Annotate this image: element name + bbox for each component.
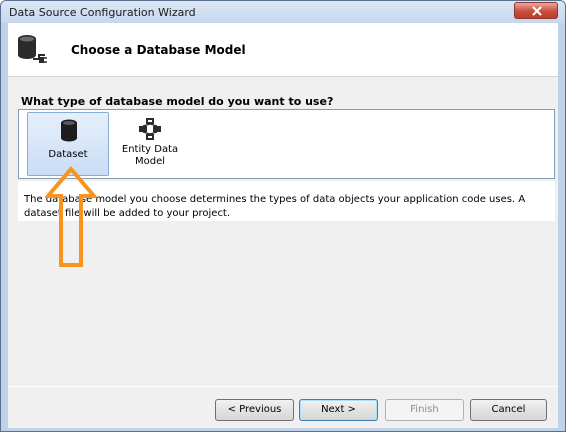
wizard-header: Choose a Database Model	[8, 23, 558, 77]
window-title: Data Source Configuration Wizard	[9, 6, 196, 19]
cancel-button[interactable]: Cancel	[470, 399, 547, 421]
wizard-client-area: Choose a Database Model What type of dat…	[8, 23, 558, 428]
highlight-arrow-icon	[45, 166, 97, 267]
database-icon	[61, 119, 77, 142]
entity-model-icon	[139, 118, 161, 140]
finish-button[interactable]: Finish	[385, 399, 464, 421]
close-button[interactable]	[514, 2, 558, 19]
previous-button[interactable]: < Previous	[215, 399, 294, 421]
model-option-label-line2: Model	[134, 156, 166, 167]
database-connect-icon	[18, 35, 47, 63]
model-question-label: What type of database model do you want …	[21, 95, 334, 108]
database-model-list[interactable]: Dataset Entity Data Model	[18, 109, 555, 179]
model-option-label: Dataset	[48, 149, 88, 160]
model-option-entity-data-model[interactable]: Entity Data Model	[109, 112, 191, 176]
model-description: The database model you choose determines…	[18, 181, 555, 221]
wizard-window: Data Source Configuration Wizard Choose …	[0, 0, 566, 432]
button-separator	[8, 386, 558, 387]
page-title: Choose a Database Model	[71, 43, 246, 57]
close-icon	[532, 6, 542, 16]
model-option-label-line1: Entity Data	[121, 144, 179, 155]
next-button[interactable]: Next >	[299, 399, 378, 421]
title-bar[interactable]: Data Source Configuration Wizard	[1, 1, 565, 23]
